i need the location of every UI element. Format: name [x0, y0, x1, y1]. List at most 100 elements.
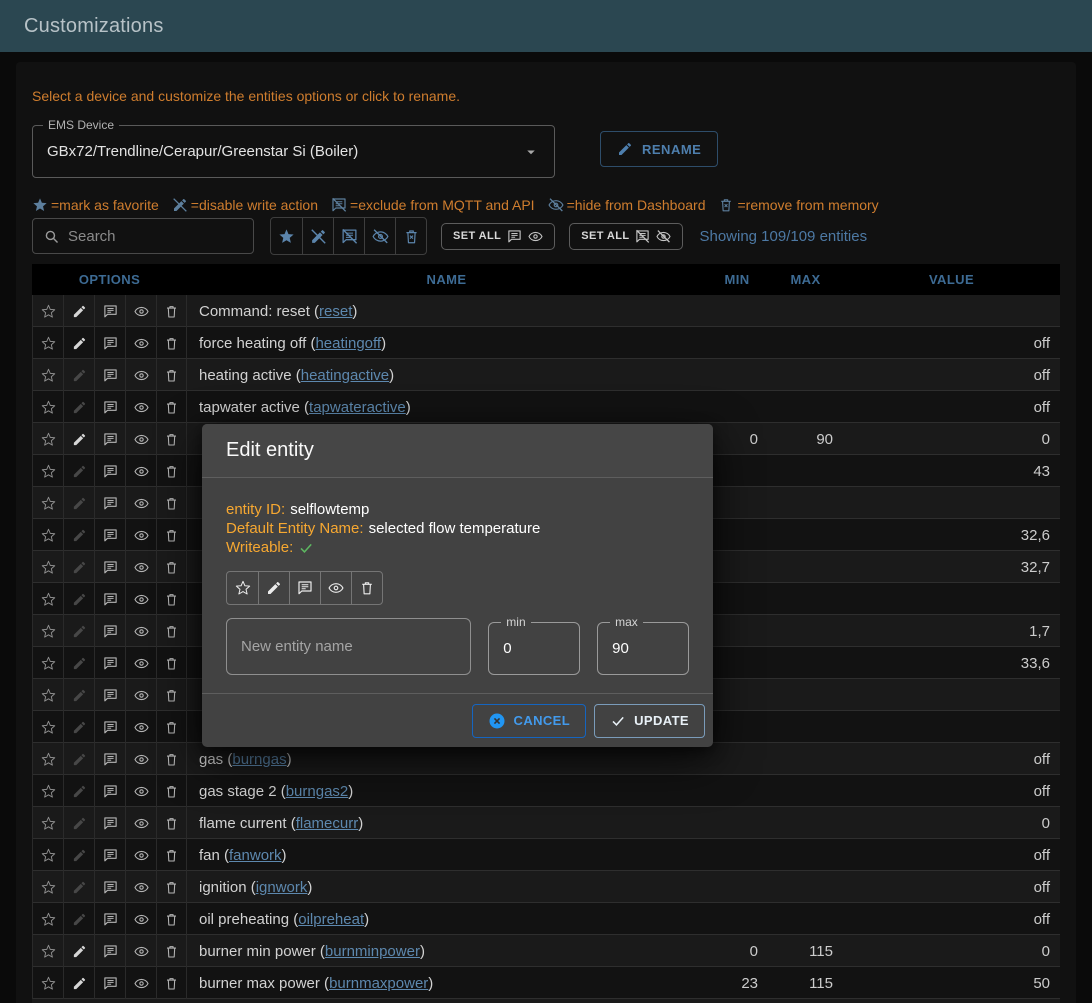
ems-device-select[interactable]: EMS Device GBx72/Trendline/Cerapur/Green…	[32, 125, 555, 178]
row-favorite-button[interactable]	[32, 967, 63, 999]
row-favorite-button[interactable]	[32, 583, 63, 615]
row-edit-button[interactable]	[63, 647, 94, 679]
row-delete-button[interactable]	[156, 647, 187, 679]
table-row[interactable]: Command: reset (reset)	[32, 295, 1060, 327]
row-visibility-button[interactable]	[125, 455, 156, 487]
row-edit-button[interactable]	[63, 935, 94, 967]
entity-shortname-link[interactable]: heatingoff	[315, 335, 381, 352]
table-row[interactable]: tapwater active (tapwateractive)off	[32, 391, 1060, 423]
row-favorite-button[interactable]	[32, 903, 63, 935]
table-row[interactable]: gas (burngas)off	[32, 743, 1060, 775]
row-favorite-button[interactable]	[32, 359, 63, 391]
row-mqtt-button[interactable]	[94, 647, 125, 679]
row-favorite-button[interactable]	[32, 615, 63, 647]
row-delete-button[interactable]	[156, 327, 187, 359]
row-favorite-button[interactable]	[32, 647, 63, 679]
row-favorite-button[interactable]	[32, 775, 63, 807]
row-favorite-button[interactable]	[32, 935, 63, 967]
entity-shortname-link[interactable]: burngas	[232, 751, 286, 768]
row-mqtt-button[interactable]	[94, 423, 125, 455]
row-edit-button[interactable]	[63, 455, 94, 487]
table-row[interactable]: ignition (ignwork)off	[32, 871, 1060, 903]
row-visibility-button[interactable]	[125, 679, 156, 711]
row-favorite-button[interactable]	[32, 295, 63, 327]
row-delete-button[interactable]	[156, 423, 187, 455]
mqtt-toggle[interactable]	[289, 572, 320, 604]
row-edit-button[interactable]	[63, 519, 94, 551]
row-delete-button[interactable]	[156, 455, 187, 487]
row-delete-button[interactable]	[156, 615, 187, 647]
row-mqtt-button[interactable]	[94, 487, 125, 519]
row-favorite-button[interactable]	[32, 327, 63, 359]
entity-shortname-link[interactable]: reset	[319, 303, 352, 320]
row-visibility-button[interactable]	[125, 295, 156, 327]
entity-shortname-link[interactable]: burnmaxpower	[329, 975, 428, 992]
row-visibility-button[interactable]	[125, 391, 156, 423]
row-favorite-button[interactable]	[32, 839, 63, 871]
row-visibility-button[interactable]	[125, 775, 156, 807]
row-edit-button[interactable]	[63, 711, 94, 743]
row-mqtt-button[interactable]	[94, 871, 125, 903]
entity-shortname-link[interactable]: tapwateractive	[309, 399, 406, 416]
row-delete-button[interactable]	[156, 743, 187, 775]
row-favorite-button[interactable]	[32, 391, 63, 423]
set-all-disable-button[interactable]: SET ALL	[569, 223, 683, 250]
row-edit-button[interactable]	[63, 391, 94, 423]
entity-shortname-link[interactable]: flamecurr	[296, 815, 359, 832]
row-delete-button[interactable]	[156, 903, 187, 935]
entity-shortname-link[interactable]: burngas2	[286, 783, 349, 800]
row-mqtt-button[interactable]	[94, 295, 125, 327]
row-edit-button[interactable]	[63, 839, 94, 871]
row-delete-button[interactable]	[156, 935, 187, 967]
row-delete-button[interactable]	[156, 871, 187, 903]
row-favorite-button[interactable]	[32, 871, 63, 903]
row-edit-button[interactable]	[63, 615, 94, 647]
row-delete-button[interactable]	[156, 679, 187, 711]
update-button[interactable]: UPDATE	[594, 704, 705, 738]
row-delete-button[interactable]	[156, 775, 187, 807]
table-row[interactable]: flame current (flamecurr)0	[32, 807, 1060, 839]
row-edit-button[interactable]	[63, 551, 94, 583]
delete-toggle[interactable]	[351, 572, 382, 604]
row-mqtt-button[interactable]	[94, 327, 125, 359]
row-delete-button[interactable]	[156, 359, 187, 391]
table-row[interactable]: fan (fanwork)off	[32, 839, 1060, 871]
row-visibility-button[interactable]	[125, 583, 156, 615]
row-favorite-button[interactable]	[32, 423, 63, 455]
row-mqtt-button[interactable]	[94, 967, 125, 999]
row-favorite-button[interactable]	[32, 487, 63, 519]
row-edit-button[interactable]	[63, 487, 94, 519]
row-visibility-button[interactable]	[125, 871, 156, 903]
row-visibility-button[interactable]	[125, 615, 156, 647]
row-edit-button[interactable]	[63, 679, 94, 711]
row-mqtt-button[interactable]	[94, 583, 125, 615]
row-mqtt-button[interactable]	[94, 551, 125, 583]
row-mqtt-button[interactable]	[94, 391, 125, 423]
row-edit-button[interactable]	[63, 423, 94, 455]
row-visibility-button[interactable]	[125, 359, 156, 391]
row-mqtt-button[interactable]	[94, 903, 125, 935]
row-favorite-button[interactable]	[32, 679, 63, 711]
filter-favorite-button[interactable]	[271, 218, 302, 254]
row-favorite-button[interactable]	[32, 711, 63, 743]
row-visibility-button[interactable]	[125, 807, 156, 839]
table-row[interactable]: oil preheating (oilpreheat)off	[32, 903, 1060, 935]
row-mqtt-button[interactable]	[94, 359, 125, 391]
row-mqtt-button[interactable]	[94, 935, 125, 967]
row-edit-button[interactable]	[63, 903, 94, 935]
search-input[interactable]	[68, 228, 243, 245]
row-mqtt-button[interactable]	[94, 615, 125, 647]
set-all-enable-button[interactable]: SET ALL	[441, 223, 555, 250]
row-edit-button[interactable]	[63, 327, 94, 359]
row-visibility-button[interactable]	[125, 423, 156, 455]
row-favorite-button[interactable]	[32, 519, 63, 551]
filter-remove-memory-button[interactable]	[395, 218, 426, 254]
row-mqtt-button[interactable]	[94, 711, 125, 743]
table-row[interactable]: burner max power (burnmaxpower)2311550	[32, 967, 1060, 999]
row-delete-button[interactable]	[156, 807, 187, 839]
min-input[interactable]	[489, 623, 579, 674]
table-row[interactable]: gas stage 2 (burngas2)off	[32, 775, 1060, 807]
table-row[interactable]: burner min power (burnminpower)01150	[32, 935, 1060, 967]
row-mqtt-button[interactable]	[94, 807, 125, 839]
row-delete-button[interactable]	[156, 583, 187, 615]
